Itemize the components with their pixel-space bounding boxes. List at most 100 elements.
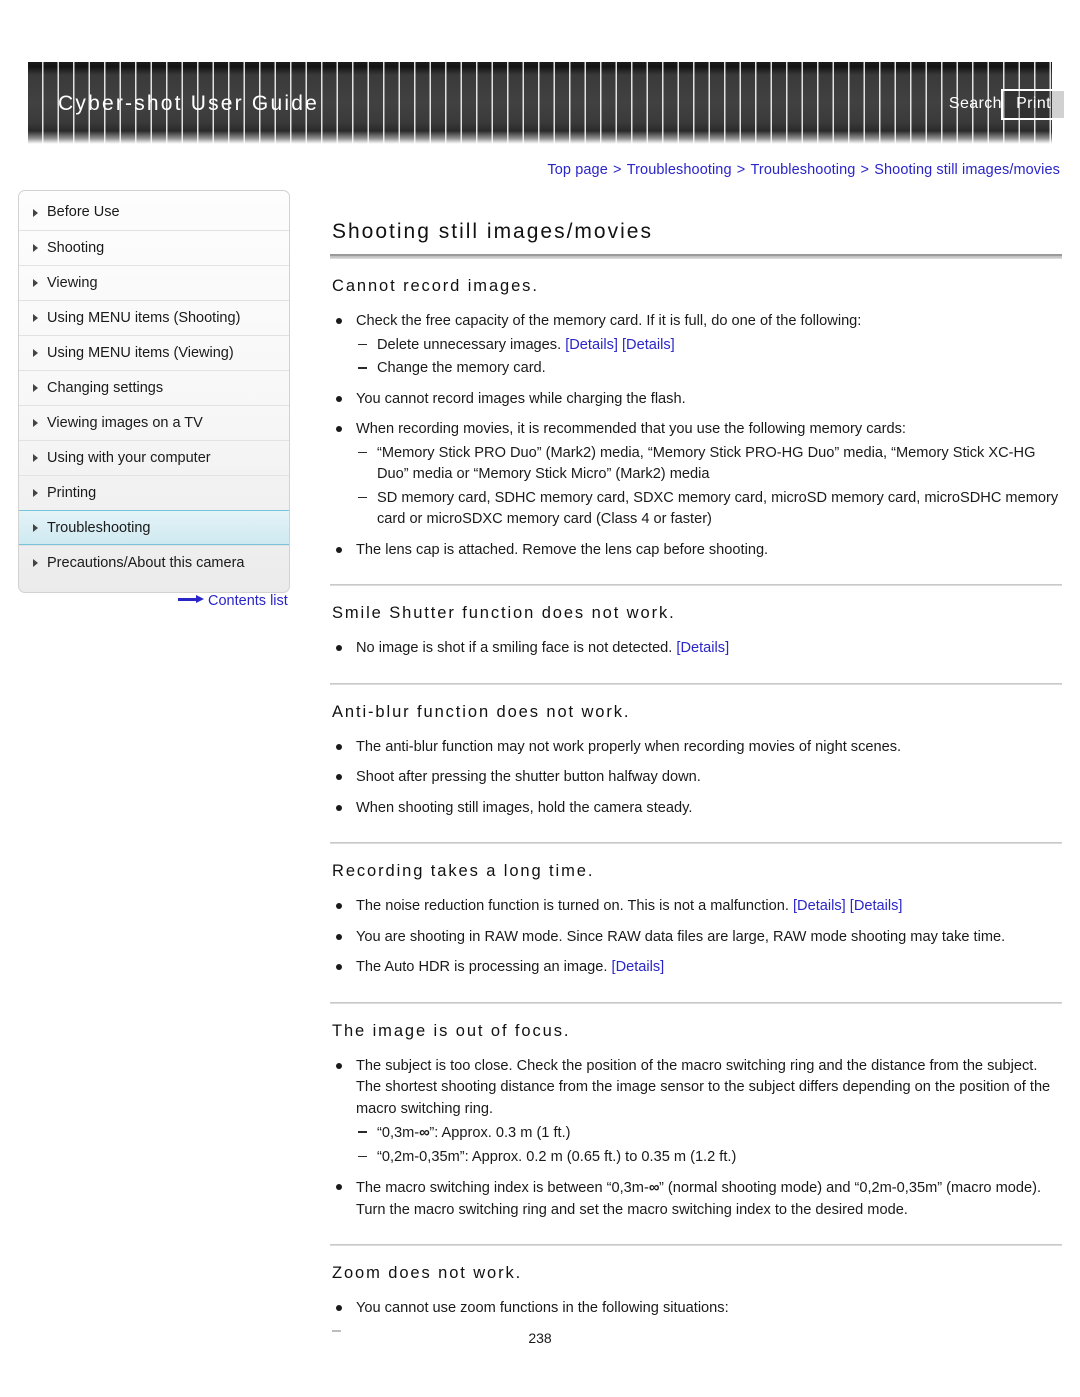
bullet-list: Check the free capacity of the memory ca… — [330, 311, 1062, 561]
dash-icon — [358, 1155, 367, 1158]
bullet-dot-icon — [336, 964, 342, 970]
bullet-dot-icon — [336, 395, 342, 402]
details-link[interactable]: [Details] — [612, 959, 665, 975]
sub-bullet-item: “Memory Stick PRO Duo” (Mark2) media, “M… — [356, 443, 1062, 486]
print-button[interactable]: Print — [1001, 89, 1066, 120]
bullet-text: The Auto HDR is processing an image. [De… — [356, 959, 665, 975]
sidebar-item-viewing[interactable]: Viewing — [19, 265, 289, 300]
section-heading: Smile Shutter function does not work. — [332, 604, 676, 622]
bullet-item: The lens cap is attached. Remove the len… — [330, 540, 1062, 562]
sub-bullet-text: Change the memory card. — [377, 360, 546, 376]
search-button[interactable]: Search — [949, 95, 1002, 113]
details-link[interactable]: [Details] — [793, 898, 846, 914]
sub-bullet-list: “0,3m-∞”: Approx. 0.3 m (1 ft.) “0,2m-0,3… — [356, 1122, 1062, 1168]
sub-bullet-list: Delete unnecessary images. [Details] [De… — [356, 335, 1062, 380]
section-heading: Anti-blur function does not work. — [332, 702, 631, 721]
sidebar-item-precautions-about-this-camera[interactable]: Precautions/About this camera — [19, 545, 289, 580]
sub-bullet-item: Change the memory card. — [356, 358, 1062, 380]
breadcrumb: Top page > Troubleshooting > Troubleshoo… — [547, 162, 1060, 178]
sidebar-item-printing[interactable]: Printing — [19, 475, 289, 510]
sidebar-item-label: Changing settings — [47, 380, 164, 396]
triangle-right-icon — [33, 314, 38, 322]
sidebar-item-label: Using with your computer — [47, 450, 211, 466]
bullet-item: The macro switching index is between “0,… — [330, 1177, 1062, 1221]
page-title: Shooting still images/movies — [332, 220, 653, 243]
triangle-right-icon — [33, 208, 38, 217]
bullet-text: Check the free capacity of the memory ca… — [356, 313, 862, 329]
sidebar-item-troubleshooting[interactable]: Troubleshooting — [19, 510, 289, 545]
triangle-right-icon — [33, 279, 38, 287]
sub-bullet-item: Delete unnecessary images. [Details] [De… — [356, 335, 1062, 357]
bullet-item: You are shooting in RAW mode. Since RAW … — [330, 927, 1062, 949]
breadcrumb-item[interactable]: Top page — [547, 162, 607, 178]
bullet-list: No image is shot if a smiling face is no… — [330, 638, 1062, 660]
breadcrumb-item[interactable]: Shooting still images/movies — [874, 162, 1060, 178]
sub-bullet-item: “0,3m-∞”: Approx. 0.3 m (1 ft.) — [356, 1122, 1062, 1145]
bullet-item: You cannot record images while charging … — [330, 389, 1062, 411]
sidebar-item-changing-settings[interactable]: Changing settings — [19, 370, 289, 405]
triangle-right-icon — [33, 523, 38, 532]
bullet-list: The subject is too close. Check the posi… — [330, 1056, 1062, 1222]
dash-icon — [358, 367, 367, 369]
sub-bullet-item: SD memory card, SDHC memory card, SDXC m… — [356, 488, 1062, 531]
bullet-item: No image is shot if a smiling face is no… — [330, 638, 1062, 660]
triangle-right-icon — [33, 244, 38, 252]
bullet-item: The anti-blur function may not work prop… — [330, 737, 1062, 759]
bullet-text: No image is shot if a smiling face is no… — [356, 640, 730, 656]
bullet-text: The noise reduction function is turned o… — [356, 898, 903, 914]
bullet-dot-icon — [336, 1305, 342, 1311]
bullet-text: The subject is too close. Check the posi… — [356, 1057, 1051, 1117]
breadcrumb-separator: > — [856, 162, 874, 178]
sidebar-item-shooting[interactable]: Shooting — [19, 230, 289, 265]
sidebar-item-label: Shooting — [47, 240, 105, 256]
sidebar-item-before-use[interactable]: Before Use — [19, 195, 289, 230]
details-link[interactable]: [Details] — [565, 337, 618, 353]
sidebar-item-label: Viewing — [47, 275, 98, 291]
breadcrumb-item[interactable]: Troubleshooting — [750, 162, 855, 178]
bullet-text: When shooting still images, hold the cam… — [356, 799, 693, 816]
sidebar-item-label: Precautions/About this camera — [47, 555, 245, 571]
sidebar-item-label: Printing — [47, 485, 97, 501]
bullet-text: You are shooting in RAW mode. Since RAW … — [356, 928, 1006, 945]
sub-bullet-text: “0,3m-∞”: Approx. 0.3 m (1 ft.) — [377, 1124, 571, 1141]
bullet-item: When recording movies, it is recommended… — [330, 419, 1062, 531]
dash-icon — [358, 343, 367, 346]
bullet-text: Shoot after pressing the shutter button … — [356, 769, 701, 785]
bullet-item: The noise reduction function is turned o… — [330, 896, 1062, 918]
sidebar-item-using-menu-items-shooting[interactable]: Using MENU items (Shooting) — [19, 300, 289, 335]
sidebar-item-using-menu-items-viewing[interactable]: Using MENU items (Viewing) — [19, 335, 289, 370]
bullet-dot-icon — [336, 903, 342, 909]
sidebar-item-label: Troubleshooting — [47, 520, 151, 536]
bullet-item: The Auto HDR is processing an image. [De… — [330, 957, 1062, 979]
sub-bullet-list: “Memory Stick PRO Duo” (Mark2) media, “M… — [356, 443, 1062, 531]
bullet-text: The lens cap is attached. Remove the len… — [356, 541, 769, 558]
bullet-dot-icon — [336, 546, 342, 553]
bullet-item: You cannot use zoom functions in the fol… — [330, 1298, 1062, 1320]
details-link[interactable]: [Details] — [622, 337, 675, 353]
triangle-right-icon — [33, 384, 38, 392]
bullet-dot-icon — [336, 318, 342, 324]
contents-list-link[interactable]: Contents list — [178, 593, 288, 609]
sidebar-item-using-with-your-computer[interactable]: Using with your computer — [19, 440, 289, 475]
arrow-right-icon — [178, 595, 204, 604]
details-link[interactable]: [Details] — [850, 898, 903, 914]
breadcrumb-item[interactable]: Troubleshooting — [627, 162, 732, 178]
section-heading: Recording takes a long time. — [332, 862, 595, 880]
bullet-list: The noise reduction function is turned o… — [330, 896, 1062, 979]
app-header: Cyber-shot User Guide Search Print — [0, 62, 1080, 144]
sidebar-item-viewing-images-on-a-tv[interactable]: Viewing images on a TV — [19, 405, 289, 440]
sidebar-item-label: Before Use — [47, 204, 120, 220]
sub-bullet-item: “0,2m-0,35m”: Approx. 0.2 m (0.65 ft.) t… — [356, 1147, 1062, 1169]
bullet-dot-icon — [336, 774, 342, 780]
sub-bullet-text: “Memory Stick PRO Duo” (Mark2) media, “M… — [377, 444, 1036, 483]
dash-icon — [358, 1131, 367, 1133]
bullet-item: The subject is too close. Check the posi… — [330, 1056, 1062, 1169]
details-link[interactable]: [Details] — [676, 640, 729, 656]
